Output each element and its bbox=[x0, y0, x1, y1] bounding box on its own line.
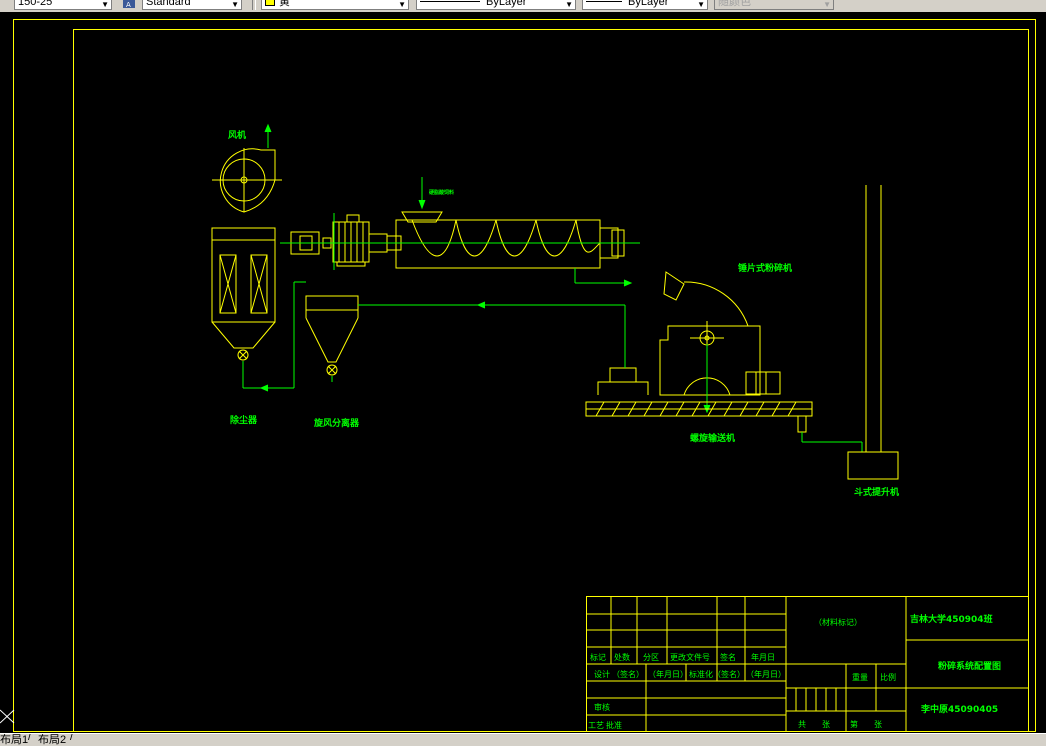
chevron-down-icon: ▼ bbox=[697, 0, 705, 9]
screw-conveyor-drawing bbox=[585, 401, 813, 433]
tb-count: 处数 bbox=[614, 652, 630, 662]
plotstyle-value: 随颜色 bbox=[718, 0, 751, 8]
lineweight-dropdown[interactable]: ByLayer ▼ bbox=[582, 0, 708, 10]
screw-conveyor-label: 螺旋输送机 bbox=[690, 432, 735, 444]
screw-feeder-drawing bbox=[290, 211, 640, 269]
tab-layout-2[interactable]: 布局2 bbox=[38, 734, 66, 746]
bucket-elevator-drawing bbox=[847, 185, 899, 480]
toolbar-separator bbox=[252, 0, 256, 10]
tb-no-a: 第 bbox=[850, 719, 858, 729]
tb-date: 年月日 bbox=[751, 652, 775, 662]
cyclone-label: 旋风分离器 bbox=[313, 417, 360, 429]
fan-label: 风机 bbox=[228, 129, 246, 141]
fan-drawing bbox=[212, 148, 282, 213]
tb-approve: 批准 bbox=[606, 720, 622, 730]
tb-total-a: 共 bbox=[798, 720, 806, 729]
lineweight-value: ByLayer bbox=[628, 0, 669, 8]
textstyle-dropdown[interactable]: Standard ▼ bbox=[142, 0, 242, 10]
tb-scale: 比例 bbox=[880, 672, 896, 682]
dimstyle-value: 150-25 bbox=[18, 0, 53, 8]
bucket-elevator-label: 斗式提升机 bbox=[854, 486, 899, 498]
color-value: 黄 bbox=[279, 0, 290, 8]
line-sample-icon bbox=[586, 1, 622, 2]
tb-review: 审核 bbox=[594, 702, 610, 712]
textstyle-icon[interactable]: A bbox=[122, 0, 136, 9]
plotstyle-dropdown: 随颜色 ▼ bbox=[714, 0, 834, 10]
dust-collector-drawing bbox=[211, 227, 276, 361]
mill-label: 锤片式粉碎机 bbox=[738, 262, 792, 274]
tb-sign: 签名 bbox=[720, 652, 736, 662]
layout-tabs: 布局1 / 布局2 / bbox=[0, 733, 1046, 746]
school-label: 吉林大学450904班 bbox=[910, 613, 993, 625]
outer-frame bbox=[13, 19, 1036, 732]
chevron-down-icon: ▼ bbox=[823, 0, 831, 9]
tb-standard-date: （年月日） bbox=[746, 669, 786, 679]
tb-design: 设计 bbox=[594, 669, 610, 679]
tb-weight: 重量 bbox=[852, 672, 868, 682]
dust-collector-label: 除尘器 bbox=[230, 414, 258, 426]
inner-frame bbox=[73, 29, 1029, 732]
tb-mark: 标记 bbox=[590, 652, 606, 662]
linetype-dropdown[interactable]: ByLayer ▼ bbox=[416, 0, 576, 10]
tb-standard-sign: （签名） bbox=[713, 669, 745, 679]
drawing-canvas[interactable]: 风机 硬脂酸饲料 锤片式粉碎机 除尘器 旋风分离器 螺旋输送机 斗式提升机 （材… bbox=[0, 12, 1046, 733]
tb-total-b: 张 bbox=[822, 720, 830, 729]
tb-process: 工艺 bbox=[588, 721, 604, 730]
chevron-down-icon: ▼ bbox=[565, 0, 573, 9]
tab-separator: / bbox=[28, 733, 32, 743]
feed-inlet-label: 硬脂酸饲料 bbox=[429, 189, 454, 196]
chevron-down-icon: ▼ bbox=[101, 0, 109, 9]
tb-change-doc: 更改文件号 bbox=[670, 652, 710, 662]
tab-separator: / bbox=[70, 733, 74, 743]
drawing-title: 粉碎系统配置图 bbox=[938, 660, 1001, 672]
linetype-value: ByLayer bbox=[486, 0, 527, 8]
color-swatch-icon bbox=[265, 0, 275, 6]
svg-text:A: A bbox=[126, 1, 131, 9]
ucs-icon bbox=[0, 709, 15, 724]
chevron-down-icon: ▼ bbox=[398, 0, 406, 9]
color-dropdown[interactable]: 黄 ▼ bbox=[261, 0, 409, 10]
material-label: （材料标记） bbox=[814, 617, 862, 627]
tb-no-b: 张 bbox=[874, 720, 882, 729]
tab-layout-1[interactable]: 布局1 bbox=[0, 734, 28, 746]
tb-design-date: （年月日） bbox=[648, 669, 688, 679]
dimstyle-dropdown[interactable]: 150-25 ▼ bbox=[14, 0, 112, 10]
cyclone-separator-drawing bbox=[305, 295, 359, 376]
tb-zone: 分区 bbox=[643, 653, 659, 662]
tb-design-sign: （签名） bbox=[612, 669, 644, 679]
textstyle-value: Standard bbox=[146, 0, 191, 8]
line-sample-icon bbox=[420, 1, 480, 2]
author-label: 李中原45090405 bbox=[920, 703, 998, 715]
tb-standard: 标准化 bbox=[689, 669, 713, 679]
chevron-down-icon: ▼ bbox=[231, 0, 239, 9]
